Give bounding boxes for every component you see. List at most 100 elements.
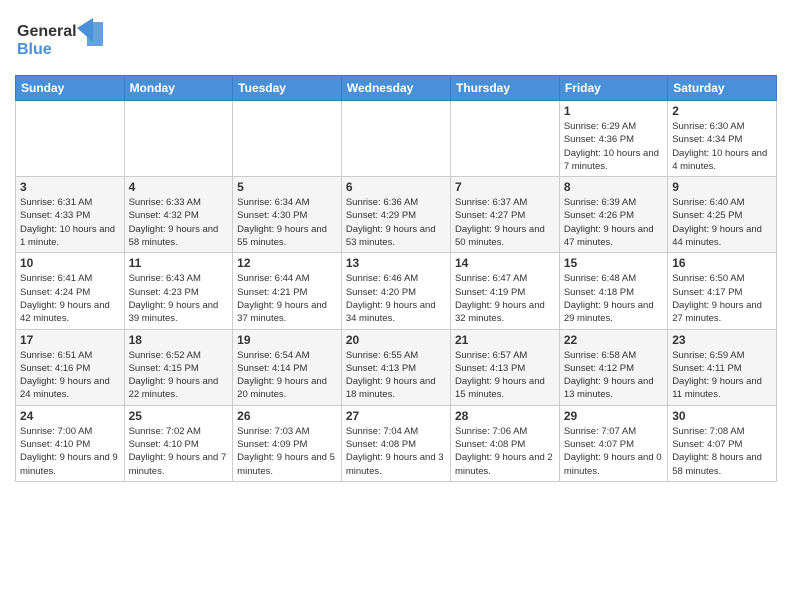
calendar-cell: 7 Sunrise: 6:37 AM Sunset: 4:27 PM Daylig… bbox=[451, 177, 560, 253]
calendar-week-row: 17 Sunrise: 6:51 AM Sunset: 4:16 PM Dayli… bbox=[16, 329, 777, 405]
calendar-cell: 13 Sunrise: 6:46 AM Sunset: 4:20 PM Dayli… bbox=[341, 253, 450, 329]
calendar-cell: 1 Sunrise: 6:29 AM Sunset: 4:36 PM Daylig… bbox=[559, 101, 667, 177]
page-container: General Blue SundayMondayTuesdayWednesda… bbox=[0, 0, 792, 492]
calendar-cell: 16Sunrise: 6:50 AM Sunset: 4:17 PM Dayli… bbox=[668, 253, 777, 329]
weekday-header: Sunday bbox=[16, 76, 125, 101]
day-info: Sunrise: 6:48 AM Sunset: 4:18 PM Dayligh… bbox=[564, 272, 663, 325]
calendar-cell: 9Sunrise: 6:40 AM Sunset: 4:25 PM Daylig… bbox=[668, 177, 777, 253]
day-number: 3 bbox=[20, 180, 120, 194]
calendar-cell: 15Sunrise: 6:48 AM Sunset: 4:18 PM Dayli… bbox=[559, 253, 667, 329]
day-info: Sunrise: 6:37 AM Sunset: 4:27 PM Dayligh… bbox=[455, 196, 555, 249]
day-number: 18 bbox=[129, 333, 229, 347]
calendar-cell: 11 Sunrise: 6:43 AM Sunset: 4:23 PM Dayli… bbox=[124, 253, 233, 329]
day-info: Sunrise: 6:29 AM Sunset: 4:36 PM Dayligh… bbox=[564, 120, 663, 173]
day-info: Sunrise: 6:58 AM Sunset: 4:12 PM Dayligh… bbox=[564, 349, 663, 402]
day-number: 7 bbox=[455, 180, 555, 194]
calendar-cell: 30 Sunrise: 7:08 AM Sunset: 4:07 PM Dayli… bbox=[668, 405, 777, 481]
day-number: 2 bbox=[672, 104, 772, 118]
calendar-cell: 21Sunrise: 6:57 AM Sunset: 4:13 PM Dayli… bbox=[451, 329, 560, 405]
day-number: 5 bbox=[237, 180, 337, 194]
day-number: 16 bbox=[672, 256, 772, 270]
weekday-header: Wednesday bbox=[341, 76, 450, 101]
calendar-cell bbox=[124, 101, 233, 177]
day-number: 23 bbox=[672, 333, 772, 347]
calendar-cell: 6 Sunrise: 6:36 AM Sunset: 4:29 PM Daylig… bbox=[341, 177, 450, 253]
day-info: Sunrise: 6:43 AM Sunset: 4:23 PM Dayligh… bbox=[129, 272, 229, 325]
calendar-cell: 29 Sunrise: 7:07 AM Sunset: 4:07 PM Dayli… bbox=[559, 405, 667, 481]
day-number: 26 bbox=[237, 409, 337, 423]
calendar-cell: 18 Sunrise: 6:52 AM Sunset: 4:15 PM Dayli… bbox=[124, 329, 233, 405]
day-number: 10 bbox=[20, 256, 120, 270]
calendar-cell bbox=[233, 101, 342, 177]
calendar-week-row: 3 Sunrise: 6:31 AM Sunset: 4:33 PM Daylig… bbox=[16, 177, 777, 253]
calendar-week-row: 1 Sunrise: 6:29 AM Sunset: 4:36 PM Daylig… bbox=[16, 101, 777, 177]
day-number: 27 bbox=[346, 409, 446, 423]
calendar-cell: 27 Sunrise: 7:04 AM Sunset: 4:08 PM Dayli… bbox=[341, 405, 450, 481]
day-info: Sunrise: 7:02 AM Sunset: 4:10 PM Dayligh… bbox=[129, 425, 229, 478]
calendar-cell bbox=[16, 101, 125, 177]
calendar-cell bbox=[451, 101, 560, 177]
calendar-cell: 25 Sunrise: 7:02 AM Sunset: 4:10 PM Dayli… bbox=[124, 405, 233, 481]
day-info: Sunrise: 7:06 AM Sunset: 4:08 PM Dayligh… bbox=[455, 425, 555, 478]
calendar-cell: 24Sunrise: 7:00 AM Sunset: 4:10 PM Dayli… bbox=[16, 405, 125, 481]
svg-text:General: General bbox=[17, 23, 77, 40]
day-number: 28 bbox=[455, 409, 555, 423]
day-info: Sunrise: 6:39 AM Sunset: 4:26 PM Dayligh… bbox=[564, 196, 663, 249]
day-info: Sunrise: 7:04 AM Sunset: 4:08 PM Dayligh… bbox=[346, 425, 446, 478]
day-info: Sunrise: 6:46 AM Sunset: 4:20 PM Dayligh… bbox=[346, 272, 446, 325]
calendar-cell: 3 Sunrise: 6:31 AM Sunset: 4:33 PM Daylig… bbox=[16, 177, 125, 253]
day-info: Sunrise: 7:07 AM Sunset: 4:07 PM Dayligh… bbox=[564, 425, 663, 478]
calendar-cell: 26Sunrise: 7:03 AM Sunset: 4:09 PM Dayli… bbox=[233, 405, 342, 481]
day-info: Sunrise: 6:47 AM Sunset: 4:19 PM Dayligh… bbox=[455, 272, 555, 325]
day-info: Sunrise: 6:34 AM Sunset: 4:30 PM Dayligh… bbox=[237, 196, 337, 249]
weekday-header: Saturday bbox=[668, 76, 777, 101]
calendar-cell: 14 Sunrise: 6:47 AM Sunset: 4:19 PM Dayli… bbox=[451, 253, 560, 329]
svg-text:Blue: Blue bbox=[17, 41, 52, 58]
day-info: Sunrise: 6:30 AM Sunset: 4:34 PM Dayligh… bbox=[672, 120, 772, 173]
day-number: 11 bbox=[129, 256, 229, 270]
weekday-header: Tuesday bbox=[233, 76, 342, 101]
calendar-cell: 4 Sunrise: 6:33 AM Sunset: 4:32 PM Daylig… bbox=[124, 177, 233, 253]
day-number: 22 bbox=[564, 333, 663, 347]
calendar-table: SundayMondayTuesdayWednesdayThursdayFrid… bbox=[15, 75, 777, 482]
calendar-cell: 19Sunrise: 6:54 AM Sunset: 4:14 PM Dayli… bbox=[233, 329, 342, 405]
logo: General Blue bbox=[15, 14, 110, 67]
day-number: 1 bbox=[564, 104, 663, 118]
calendar-cell: 28 Sunrise: 7:06 AM Sunset: 4:08 PM Dayli… bbox=[451, 405, 560, 481]
day-info: Sunrise: 6:51 AM Sunset: 4:16 PM Dayligh… bbox=[20, 349, 120, 402]
calendar-cell: 2 Sunrise: 6:30 AM Sunset: 4:34 PM Daylig… bbox=[668, 101, 777, 177]
day-info: Sunrise: 6:52 AM Sunset: 4:15 PM Dayligh… bbox=[129, 349, 229, 402]
day-number: 17 bbox=[20, 333, 120, 347]
calendar-cell: 8 Sunrise: 6:39 AM Sunset: 4:26 PM Daylig… bbox=[559, 177, 667, 253]
day-info: Sunrise: 6:57 AM Sunset: 4:13 PM Dayligh… bbox=[455, 349, 555, 402]
day-info: Sunrise: 6:40 AM Sunset: 4:25 PM Dayligh… bbox=[672, 196, 772, 249]
day-number: 14 bbox=[455, 256, 555, 270]
day-number: 12 bbox=[237, 256, 337, 270]
calendar-cell bbox=[341, 101, 450, 177]
weekday-header: Friday bbox=[559, 76, 667, 101]
weekday-header: Thursday bbox=[451, 76, 560, 101]
calendar-header-row: SundayMondayTuesdayWednesdayThursdayFrid… bbox=[16, 76, 777, 101]
day-number: 8 bbox=[564, 180, 663, 194]
day-info: Sunrise: 7:08 AM Sunset: 4:07 PM Dayligh… bbox=[672, 425, 772, 478]
calendar-cell: 22 Sunrise: 6:58 AM Sunset: 4:12 PM Dayli… bbox=[559, 329, 667, 405]
weekday-header: Monday bbox=[124, 76, 233, 101]
day-number: 25 bbox=[129, 409, 229, 423]
logo-text: General Blue bbox=[15, 14, 110, 67]
calendar-week-row: 10 Sunrise: 6:41 AM Sunset: 4:24 PM Dayli… bbox=[16, 253, 777, 329]
day-info: Sunrise: 6:41 AM Sunset: 4:24 PM Dayligh… bbox=[20, 272, 120, 325]
day-info: Sunrise: 6:33 AM Sunset: 4:32 PM Dayligh… bbox=[129, 196, 229, 249]
day-number: 30 bbox=[672, 409, 772, 423]
day-number: 6 bbox=[346, 180, 446, 194]
calendar-cell: 17 Sunrise: 6:51 AM Sunset: 4:16 PM Dayli… bbox=[16, 329, 125, 405]
day-number: 4 bbox=[129, 180, 229, 194]
calendar-cell: 10 Sunrise: 6:41 AM Sunset: 4:24 PM Dayli… bbox=[16, 253, 125, 329]
day-number: 13 bbox=[346, 256, 446, 270]
calendar-cell: 5 Sunrise: 6:34 AM Sunset: 4:30 PM Daylig… bbox=[233, 177, 342, 253]
calendar-week-row: 24Sunrise: 7:00 AM Sunset: 4:10 PM Dayli… bbox=[16, 405, 777, 481]
day-info: Sunrise: 6:36 AM Sunset: 4:29 PM Dayligh… bbox=[346, 196, 446, 249]
day-info: Sunrise: 6:59 AM Sunset: 4:11 PM Dayligh… bbox=[672, 349, 772, 402]
calendar-cell: 23 Sunrise: 6:59 AM Sunset: 4:11 PM Dayli… bbox=[668, 329, 777, 405]
day-info: Sunrise: 6:31 AM Sunset: 4:33 PM Dayligh… bbox=[20, 196, 120, 249]
day-number: 29 bbox=[564, 409, 663, 423]
